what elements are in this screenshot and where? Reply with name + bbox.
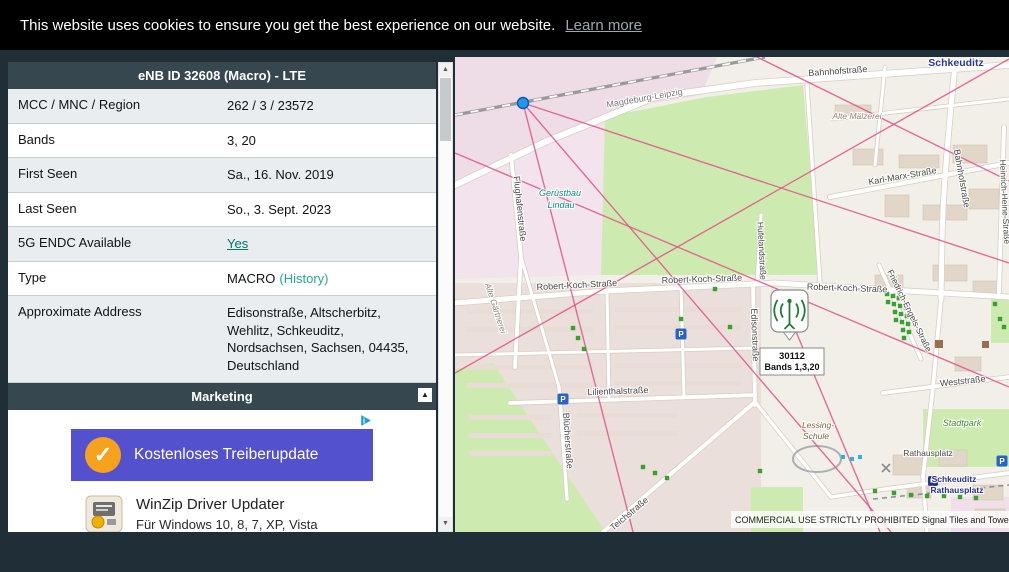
svg-text:Schkeuditz: Schkeuditz <box>928 57 983 69</box>
location-dot-marker[interactable] <box>516 96 530 110</box>
svg-text:Schkeuditz: Schkeuditz <box>932 474 977 484</box>
row-value: Sa., 16. Nov. 2019 <box>227 167 334 183</box>
ad-banner-text: Kostenloses Treiberupdate <box>134 446 319 464</box>
scroll-down-button[interactable]: ▼ <box>439 517 452 531</box>
cookie-text: This website uses cookies to ensure you … <box>20 16 556 34</box>
svg-text:Alte Mälzerei: Alte Mälzerei <box>831 111 882 121</box>
svg-text:Edisonstraße: Edisonstraße <box>749 308 761 361</box>
ad-product-name[interactable]: WinZip Driver Updater <box>136 496 318 513</box>
ad-check-icon: ✓ <box>85 437 121 474</box>
svg-text:P: P <box>678 330 684 339</box>
history-link[interactable]: (History) <box>279 271 328 286</box>
row-value: So., 3. Sept. 2023 <box>227 201 332 217</box>
svg-text:Schule: Schule <box>803 431 829 441</box>
x-marker <box>881 463 891 473</box>
row-label: Approximate Address <box>18 304 142 320</box>
table-row: First Seen Sa., 16. Nov. 2019 <box>8 158 436 193</box>
winzip-app-icon <box>85 495 123 532</box>
collapse-section-button[interactable]: ▲ <box>418 388 432 403</box>
row-value: 262 / 3 / 23572 <box>227 98 314 113</box>
table-row: Approximate Address Edisonstraße, Altsch… <box>8 296 436 384</box>
tower-bands: Bands 1,3,20 <box>764 362 819 372</box>
tower-label: 30112 Bands 1,3,20 <box>759 347 825 376</box>
row-value: Edisonstraße, Altscherbitz, Wehlitz, Sch… <box>227 305 409 373</box>
row-label: Last Seen <box>18 200 77 216</box>
svg-text:P: P <box>560 395 566 404</box>
marketing-header: Marketing ▲ <box>8 383 436 411</box>
advertisement: i ✓ Kostenloses Treiberupdate WinZip Dri… <box>8 410 436 532</box>
row-label: Type <box>18 269 47 285</box>
svg-text:Stadtpark: Stadtpark <box>943 418 982 428</box>
svg-text:COMMERCIAL USE STRICTLY PROHIB: COMMERCIAL USE STRICTLY PROHIBITED Signa… <box>735 515 1009 525</box>
adchoices-icon[interactable]: i <box>358 413 373 428</box>
svg-text:i: i <box>363 417 365 426</box>
map[interactable]: PPP Bahnhofstraße Schkeuditz Magdeburg-Lei… <box>455 57 1009 532</box>
panel-scrollbar[interactable]: ▲ ▼ <box>438 62 453 532</box>
table-row: MCC / MNC / Region 262 / 3 / 23572 <box>8 89 436 124</box>
row-label: 5G ENDC Available <box>18 235 132 251</box>
svg-text:Rathausplatz: Rathausplatz <box>931 485 984 495</box>
tower-info-panel: eNB ID 32608 (Macro) - LTE MCC / MNC / R… <box>0 50 455 532</box>
svg-text:Lilienthalstraße: Lilienthalstraße <box>587 385 648 397</box>
row-label: Bands <box>18 131 55 147</box>
svg-text:Weststraße: Weststraße <box>939 374 986 389</box>
row-value: MACRO <box>227 270 276 286</box>
panel-title: eNB ID 32608 (Macro) - LTE <box>8 62 436 89</box>
tower-id: 30112 <box>779 351 805 362</box>
map-attribution: COMMERCIAL USE STRICTLY PROHIBITED Signa… <box>731 511 1009 528</box>
scroll-up-button[interactable]: ▲ <box>439 63 452 77</box>
table-row: 5G ENDC Available Yes <box>8 227 436 262</box>
svg-text:Robert-Koch-Straße: Robert-Koch-Straße <box>807 282 888 295</box>
table-row: Last Seen So., 3. Sept. 2023 <box>8 192 436 228</box>
scrollbar-thumb[interactable] <box>440 78 451 141</box>
row-value: 3, 20 <box>227 132 256 148</box>
svg-text:P: P <box>999 457 1005 466</box>
cell-tower-marker[interactable] <box>770 289 809 341</box>
row-label: First Seen <box>18 166 78 182</box>
svg-text:Friedrich-Engels-Straße: Friedrich-Engels-Straße <box>885 268 934 354</box>
svg-text:Rathausplatz: Rathausplatz <box>903 448 953 458</box>
table-row: Bands 3, 20 <box>8 123 436 159</box>
svg-text:Lindau: Lindau <box>547 200 574 210</box>
learn-more-link[interactable]: Learn more <box>565 17 642 34</box>
svg-text:Gerüstbau: Gerüstbau <box>539 188 581 198</box>
endc-yes-link[interactable]: Yes <box>227 236 248 251</box>
cookie-banner: This website uses cookies to ensure you … <box>0 0 1009 50</box>
ad-banner[interactable]: ✓ Kostenloses Treiberupdate <box>71 429 373 482</box>
ad-product-subtitle: Für Windows 10, 8, 7, XP, Vista <box>136 517 318 532</box>
svg-text:Lessing-: Lessing- <box>802 420 834 430</box>
table-row: Type MACRO (History) <box>8 261 436 297</box>
row-label: MCC / MNC / Region <box>18 97 141 112</box>
